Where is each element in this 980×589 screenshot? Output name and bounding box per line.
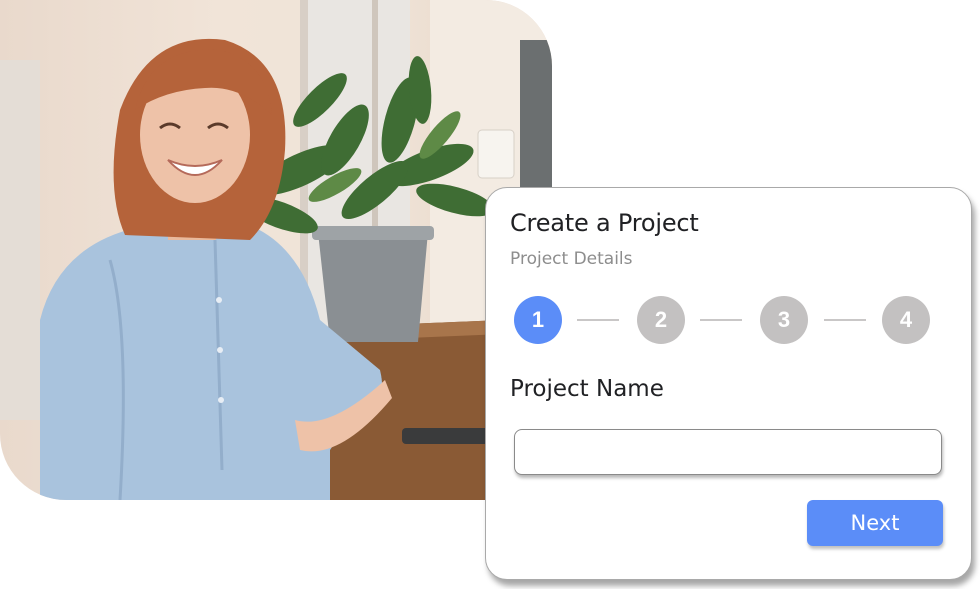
step-2[interactable]: 2 — [637, 296, 685, 344]
card-title: Create a Project — [510, 209, 699, 237]
card-subtitle: Project Details — [510, 249, 633, 269]
woman-at-window-illustration — [0, 0, 552, 500]
create-project-card: Create a Project Project Details 1 2 3 4… — [485, 187, 972, 580]
step-connector — [577, 319, 619, 321]
project-name-input[interactable] — [514, 429, 942, 475]
stepper: 1 2 3 4 — [514, 296, 930, 344]
project-name-label: Project Name — [510, 376, 664, 402]
step-connector — [700, 319, 742, 321]
step-1[interactable]: 1 — [514, 296, 562, 344]
step-connector — [824, 319, 866, 321]
step-4[interactable]: 4 — [882, 296, 930, 344]
next-button[interactable]: Next — [807, 500, 943, 546]
hero-photo — [0, 0, 552, 500]
step-3[interactable]: 3 — [760, 296, 808, 344]
